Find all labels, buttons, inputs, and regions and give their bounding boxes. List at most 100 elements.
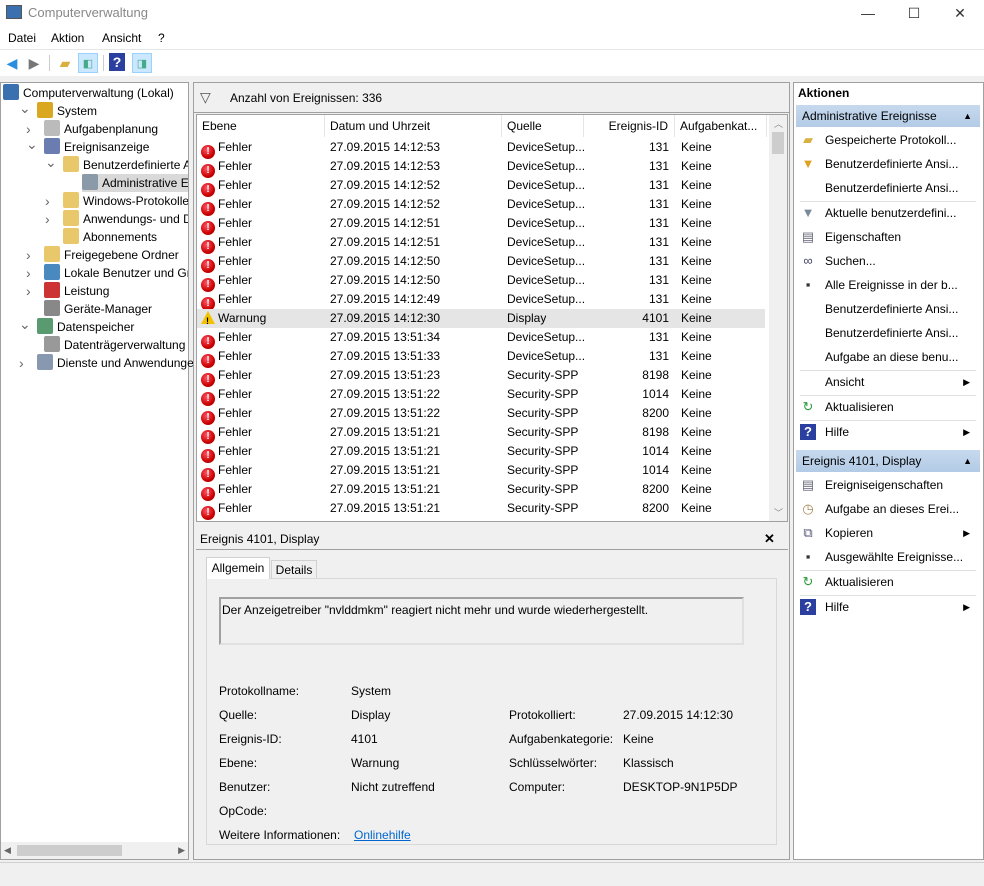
menu-help[interactable]: ? [158,31,165,45]
table-row[interactable]: ! Fehler 27.09.2015 13:51:21 Security-SPP Ke… [197,442,765,463]
minimize-button[interactable]: — [845,0,891,26]
table-row[interactable]: ! Fehler 27.09.2015 13:51:21 Security-SPP Ke… [197,423,765,444]
tree-item[interactable]: System [37,102,200,120]
column-header-quelle[interactable]: Quelle [502,115,584,137]
show-hide-tree-icon[interactable]: ◧ [78,53,98,73]
chevron-right-icon[interactable]: › [45,193,50,209]
action-item[interactable]: ◷ Aufgabe an dieses Erei... [794,497,980,521]
close-button[interactable]: ✕ [937,0,983,26]
chevron-down-icon[interactable]: ⌄ [19,316,31,333]
action-item[interactable]: ▤ Ereigniseigenschaften [794,473,980,497]
action-item[interactable]: Aufgabe an diese benu... [794,345,980,369]
action-section-header[interactable]: Ereignis 4101, Display ▲ [796,450,980,472]
action-item[interactable]: ∞ Suchen... [794,249,980,273]
chevron-right-icon[interactable]: › [26,121,31,137]
tree-item[interactable]: Benutzerdefinierte Ansichten [63,156,188,174]
level-text: Fehler [218,235,253,249]
tree-item[interactable]: Windows-Protokolle [63,192,188,210]
column-header-aufgabenkategorie[interactable]: Aufgabenkat... [675,115,767,137]
back-arrow-icon[interactable]: ◀ [2,53,22,73]
tab-allgemein[interactable]: Allgemein [206,557,270,579]
tree-item[interactable]: Ereignisanzeige [44,138,188,156]
chevron-right-icon[interactable]: › [26,283,31,299]
binoculars-icon: ∞ [803,253,813,268]
tab-details[interactable]: Details [271,560,317,579]
collapse-icon[interactable]: ▲ [963,450,972,472]
tree-item[interactable]: Datenträgerverwaltung [44,336,188,354]
action-item[interactable]: ▪ Alle Ereignisse in der b... [794,273,980,297]
menu-aktion[interactable]: Aktion [51,31,84,45]
table-row[interactable]: ! Fehler 27.09.2015 14:12:50 DeviceSetup...… [197,271,765,292]
column-header-ereignis-id[interactable]: Ereignis-ID [584,115,675,137]
table-row[interactable]: ! Fehler 27.09.2015 13:51:21 Security-SPP Ke… [197,480,765,501]
table-row[interactable]: ! Fehler 27.09.2015 14:12:51 DeviceSetup...… [197,214,765,235]
tree-item[interactable]: Aufgabenplanung [44,120,188,138]
online-help-link[interactable]: Onlinehilfe [354,828,411,842]
menu-datei[interactable]: Datei [8,31,36,45]
chevron-right-icon[interactable]: › [19,355,24,371]
tree-item[interactable]: Abonnements [63,228,188,246]
tree-item[interactable]: Geräte-Manager [44,300,188,318]
action-item[interactable]: ? Hilfe ▶ [794,420,980,444]
cell-quelle: DeviceSetup... [507,273,586,287]
tree-item[interactable]: Dienste und Anwendungen [37,354,200,372]
action-item[interactable]: ? Hilfe ▶ [794,595,980,619]
forward-arrow-icon[interactable]: ▶ [24,53,44,73]
action-item[interactable]: ▰ Gespeicherte Protokoll... [794,128,980,152]
table-row[interactable]: ! Fehler 27.09.2015 14:12:53 DeviceSetup...… [197,138,765,159]
help-icon[interactable]: ? [109,53,125,71]
table-row[interactable]: ! Fehler 27.09.2015 14:12:52 DeviceSetup...… [197,195,765,216]
table-row[interactable]: Warnung 27.09.2015 14:12:30 Display Keine 41… [197,309,765,328]
column-header-datum[interactable]: Datum und Uhrzeit [325,115,502,137]
menu-ansicht[interactable]: Ansicht [102,31,141,45]
scrollbar-thumb[interactable] [17,845,122,856]
table-row[interactable]: ! Fehler 27.09.2015 13:51:22 Security-SPP Ke… [197,404,765,425]
action-section-header[interactable]: Administrative Ereignisse ▲ [796,105,980,127]
table-row[interactable]: ! Fehler 27.09.2015 13:51:33 DeviceSetup...… [197,347,765,368]
table-row[interactable]: ! Fehler 27.09.2015 13:51:21 Security-SPP Ke… [197,461,765,482]
column-header-ebene[interactable]: Ebene [197,115,325,137]
action-item[interactable]: Ansicht ▶ [794,370,980,394]
action-item[interactable]: Benutzerdefinierte Ansi... [794,176,980,200]
table-row[interactable]: ! Fehler 27.09.2015 13:51:22 Security-SPP Ke… [197,385,765,406]
chevron-right-icon[interactable]: › [26,265,31,281]
table-row[interactable]: ! Fehler 27.09.2015 13:51:21 Security-SPP Ke… [197,499,765,520]
action-item[interactable]: Benutzerdefinierte Ansi... [794,297,980,321]
show-hide-action-pane-icon[interactable]: ◨ [132,53,152,73]
detail-close-button[interactable]: ✕ [764,531,775,547]
table-row[interactable]: ! Fehler 27.09.2015 13:51:34 DeviceSetup...… [197,328,765,349]
table-row[interactable]: ! Fehler 27.09.2015 14:12:53 DeviceSetup...… [197,157,765,178]
action-item[interactable]: ▪ Ausgewählte Ereignisse... [794,545,980,569]
action-item[interactable]: ▤ Eigenschaften [794,225,980,249]
collapse-icon[interactable]: ▲ [963,105,972,127]
maximize-button[interactable]: ☐ [891,0,937,26]
up-folder-icon[interactable]: ▰ [55,53,75,73]
tree-item[interactable]: Lokale Benutzer und Gruppen [44,264,188,282]
tree-item[interactable]: Administrative Ereignisse [82,174,188,192]
chevron-down-icon[interactable]: ⌄ [19,100,31,117]
cell-ebene: ! Fehler [201,366,252,387]
action-item[interactable]: ▼ Aktuelle benutzerdefini... [794,201,980,225]
action-item[interactable]: ⧉ Kopieren ▶ [794,521,980,545]
vertical-scrollbar[interactable]: ︿ ﹀ [769,115,787,521]
table-row[interactable]: ! Fehler 27.09.2015 14:12:52 DeviceSetup...… [197,176,765,197]
chevron-down-icon[interactable]: ⌄ [45,154,57,171]
action-item[interactable]: ↻ Aktualisieren [794,570,980,594]
horizontal-scrollbar[interactable]: ◀ ▶ [1,842,188,859]
action-item[interactable]: ↻ Aktualisieren [794,395,980,419]
tree-item[interactable]: Anwendungs- und Dienstprotokolle [63,210,188,228]
tree-item[interactable]: Datenspeicher [37,318,200,336]
action-item[interactable]: Benutzerdefinierte Ansi... [794,321,980,345]
tree-item[interactable]: Freigegebene Ordner [44,246,188,264]
table-row[interactable]: ! Fehler 27.09.2015 14:12:49 DeviceSetup...… [197,290,765,311]
chevron-right-icon[interactable]: › [45,211,50,227]
table-row[interactable]: ! Fehler 27.09.2015 13:51:23 Security-SPP Ke… [197,366,765,387]
scrollbar-thumb[interactable] [772,132,784,154]
table-row[interactable]: ! Fehler 27.09.2015 14:12:51 DeviceSetup...… [197,233,765,254]
cell-datum: 27.09.2015 13:51:21 [330,482,441,496]
table-row[interactable]: ! Fehler 27.09.2015 14:12:50 DeviceSetup...… [197,252,765,273]
tree-item[interactable]: Leistung [44,282,188,300]
chevron-down-icon[interactable]: ⌄ [26,136,38,153]
chevron-right-icon[interactable]: › [26,247,31,263]
action-item[interactable]: ▼ Benutzerdefinierte Ansi... [794,152,980,176]
